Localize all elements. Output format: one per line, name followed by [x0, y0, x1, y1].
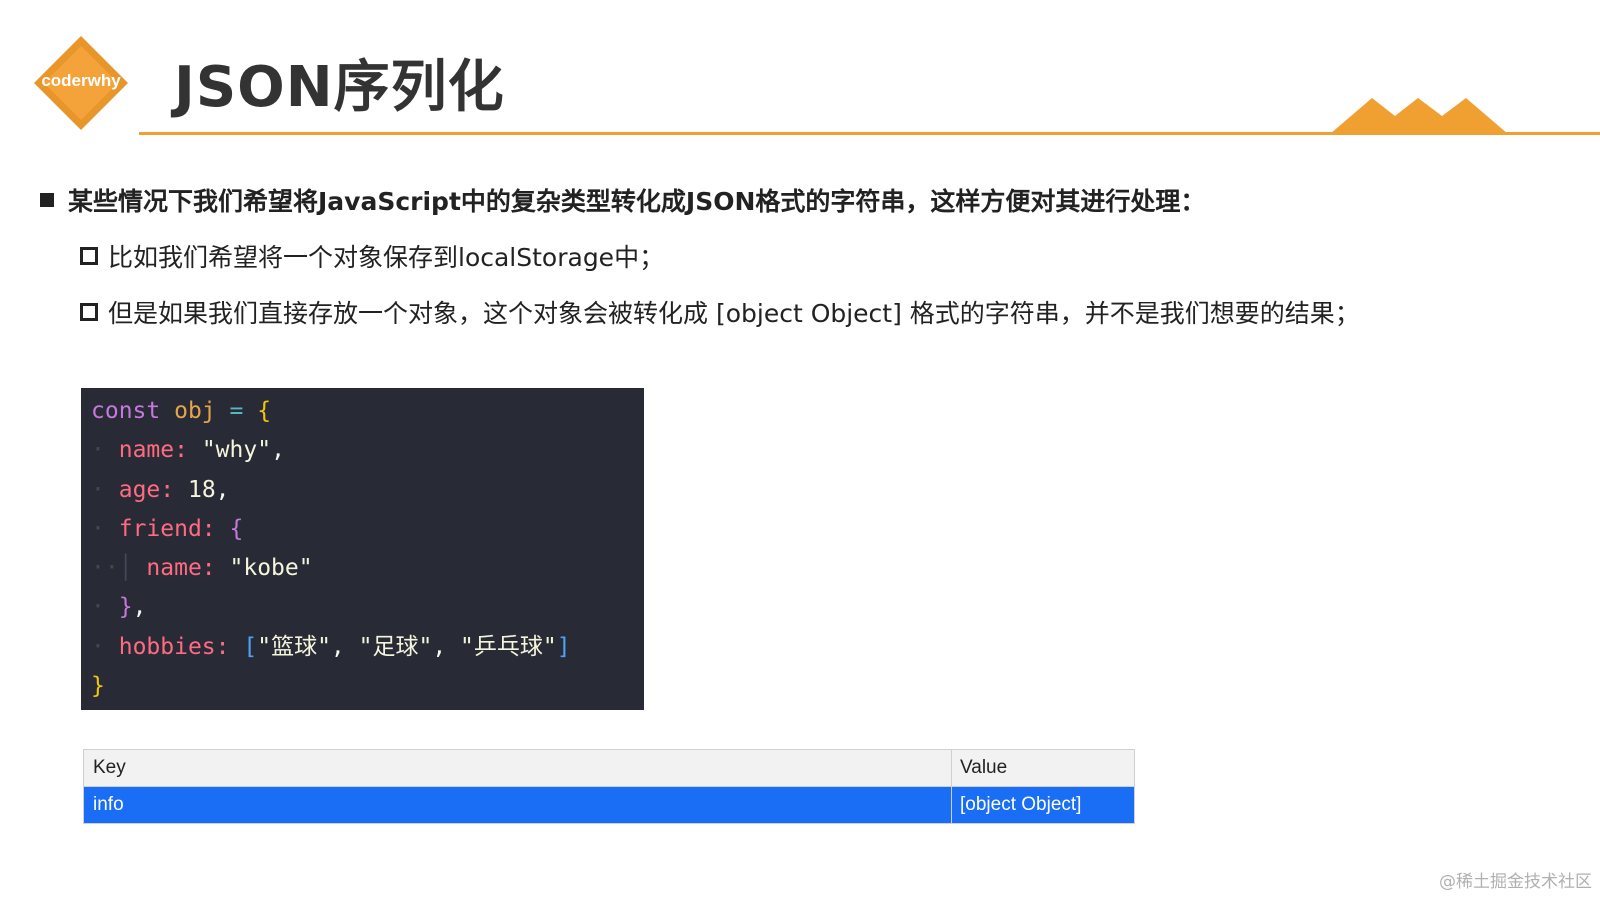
code-string: "足球" [358, 633, 433, 660]
code-line-7: · hobbies: ["篮球", "足球", "乒乓球"] [91, 633, 571, 660]
code-bracket: [ [243, 633, 258, 660]
sub-bullet-2: 但是如果我们直接存放一个对象，这个对象会被转化成 [object Object]… [80, 294, 1360, 330]
code-brace: } [118, 594, 133, 621]
code-brace: { [229, 515, 244, 542]
watermark: @稀土掘金技术社区 [1439, 872, 1592, 892]
code-property: age: [118, 476, 175, 503]
code-operator: = [229, 398, 244, 424]
logo-text: coderwhy [41, 71, 121, 90]
code-line-4: · friend: { [91, 515, 244, 542]
code-line-8: } [91, 667, 634, 706]
column-header-value[interactable]: Value [952, 750, 1134, 786]
code-string: "乒乓球" [460, 633, 557, 660]
code-line-5: ··│ name: "kobe" [91, 555, 313, 582]
table-row[interactable]: info [object Object] [84, 787, 1134, 823]
code-property: name: [118, 437, 188, 464]
cell-value[interactable]: [object Object] [952, 787, 1134, 823]
code-block: const obj = { · name: "why", · age: 18, … [81, 388, 644, 710]
page-title: JSON序列化 [174, 55, 505, 120]
code-line-1: const obj = { [91, 392, 634, 431]
code-line-3: · age: 18, [91, 476, 230, 503]
code-bracket: ] [556, 633, 571, 660]
local-storage-table: Key Value info [object Object] [83, 749, 1135, 824]
filled-square-bullet-icon [40, 193, 54, 207]
code-string: "why" [201, 437, 272, 464]
code-brace: { [257, 398, 272, 424]
code-brace: } [91, 673, 105, 700]
code-string: "kobe" [229, 555, 313, 582]
hollow-square-bullet-icon [80, 303, 98, 321]
hollow-square-bullet-icon [80, 247, 98, 265]
code-string: "篮球" [257, 633, 331, 660]
main-bullet-text: 某些情况下我们希望将JavaScript中的复杂类型转化成JSON格式的字符串，… [68, 187, 1206, 216]
mountains-decoration-icon [1330, 98, 1508, 134]
code-property: friend: [118, 515, 216, 542]
sub-bullet-1: 比如我们希望将一个对象保存到localStorage中； [80, 238, 664, 274]
cell-key[interactable]: info [84, 787, 952, 823]
table-header: Key Value [84, 750, 1134, 787]
code-property: hobbies: [118, 633, 230, 660]
code-property: name: [146, 555, 216, 582]
code-keyword: const [91, 398, 161, 424]
code-line-6: · }, [91, 594, 147, 621]
code-line-2: · name: "why", [91, 437, 285, 464]
column-header-key[interactable]: Key [84, 750, 952, 786]
main-bullet: 某些情况下我们希望将JavaScript中的复杂类型转化成JSON格式的字符串，… [40, 182, 1205, 218]
sub-bullet-2-text: 但是如果我们直接存放一个对象，这个对象会被转化成 [object Object]… [108, 299, 1360, 328]
code-number: 18 [187, 476, 216, 503]
sub-bullet-1-text: 比如我们希望将一个对象保存到localStorage中； [108, 243, 665, 272]
code-variable: obj [174, 398, 216, 424]
coderwhy-logo: coderwhy [31, 33, 131, 133]
